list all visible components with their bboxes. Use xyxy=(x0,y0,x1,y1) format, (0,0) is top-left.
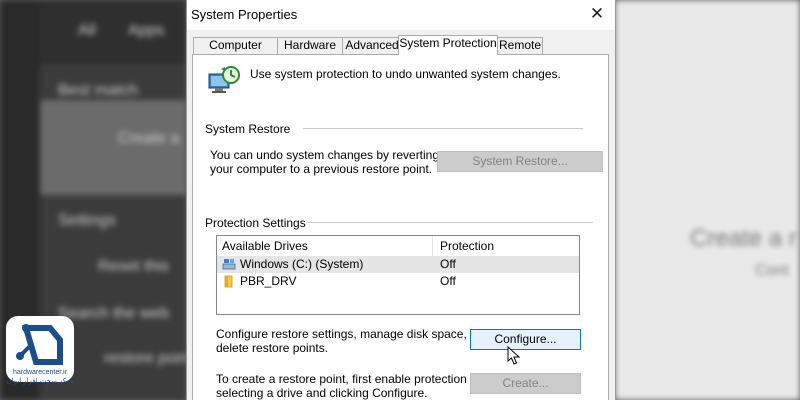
drive-protection: Off xyxy=(440,257,456,271)
drives-header: Available Drives Protection xyxy=(217,236,579,256)
system-properties-dialog: System Properties ✕ Computer Name Hardwa… xyxy=(186,0,616,400)
bg-search-web: Search the web xyxy=(58,305,170,322)
system-drive-icon xyxy=(222,259,236,270)
tab-system-protection[interactable]: System Protection xyxy=(398,35,498,55)
bg-reset: Reset this xyxy=(98,258,170,275)
bg-best-match: Best match xyxy=(58,82,139,99)
bg-right-heading: Create a r xyxy=(690,225,797,252)
mouse-cursor-icon xyxy=(507,346,521,365)
drive-name: PBR_DRV xyxy=(240,274,297,288)
tab-computer-name[interactable]: Computer Name xyxy=(193,37,278,67)
column-separator[interactable] xyxy=(432,236,433,256)
configure-desc-2: delete restore points. xyxy=(216,341,329,355)
create-desc-1: To create a restore point, first enable … xyxy=(216,372,483,386)
bg-restore: restore point xyxy=(104,350,193,367)
protection-settings-divider xyxy=(308,222,593,223)
drive-row-pbr[interactable]: PBR_DRV Off xyxy=(217,273,579,290)
title-bar: System Properties ✕ xyxy=(187,0,615,30)
create-desc-2: selecting a drive and clicking Configure… xyxy=(216,386,428,400)
system-restore-button[interactable]: System Restore... xyxy=(437,151,603,172)
drive-protection: Off xyxy=(440,274,456,288)
tab-hardware[interactable]: Hardware xyxy=(277,37,343,54)
close-icon[interactable]: ✕ xyxy=(587,4,607,24)
watermark-text: hardwarecenter.ir مرکز سخت افزار ایران xyxy=(0,368,80,386)
system-protection-icon xyxy=(208,66,240,93)
column-protection[interactable]: Protection xyxy=(440,239,494,253)
drives-list: Available Drives Protection Windows (C:)… xyxy=(216,235,580,315)
system-restore-divider xyxy=(303,128,583,129)
bg-right-sub: Cont xyxy=(755,262,789,279)
bg-tab-apps: Apps xyxy=(128,22,165,39)
intro-text: Use system protection to undo unwanted s… xyxy=(250,67,561,81)
right-panel xyxy=(615,0,800,400)
configure-button[interactable]: Configure... xyxy=(470,329,581,350)
system-restore-desc-1: You can undo system changes by reverting xyxy=(210,148,440,162)
protection-settings-heading: Protection Settings xyxy=(205,216,312,230)
watermark-brand: hardwarecenter.ir xyxy=(12,369,68,376)
tab-advanced[interactable]: Advanced xyxy=(342,37,402,54)
tab-remote[interactable]: Remote xyxy=(497,37,543,54)
bg-best-item: Create a xyxy=(118,130,180,147)
bg-tab-all: All xyxy=(78,22,96,39)
create-button[interactable]: Create... xyxy=(470,373,581,394)
folder-drive-icon xyxy=(224,275,233,288)
dialog-title: System Properties xyxy=(191,7,298,22)
system-restore-heading: System Restore xyxy=(205,122,297,136)
drive-name: Windows (C:) (System) xyxy=(240,257,364,271)
bg-settings: Settings xyxy=(58,212,116,229)
configure-desc-1: Configure restore settings, manage disk … xyxy=(216,327,491,341)
system-restore-desc-2: your computer to a previous restore poin… xyxy=(210,162,433,176)
drive-row-windows[interactable]: Windows (C:) (System) Off xyxy=(217,256,579,273)
watermark-tagline: مرکز سخت افزار ایران xyxy=(6,378,74,385)
system-protection-panel: Use system protection to undo unwanted s… xyxy=(192,54,609,400)
column-available-drives[interactable]: Available Drives xyxy=(222,239,308,253)
